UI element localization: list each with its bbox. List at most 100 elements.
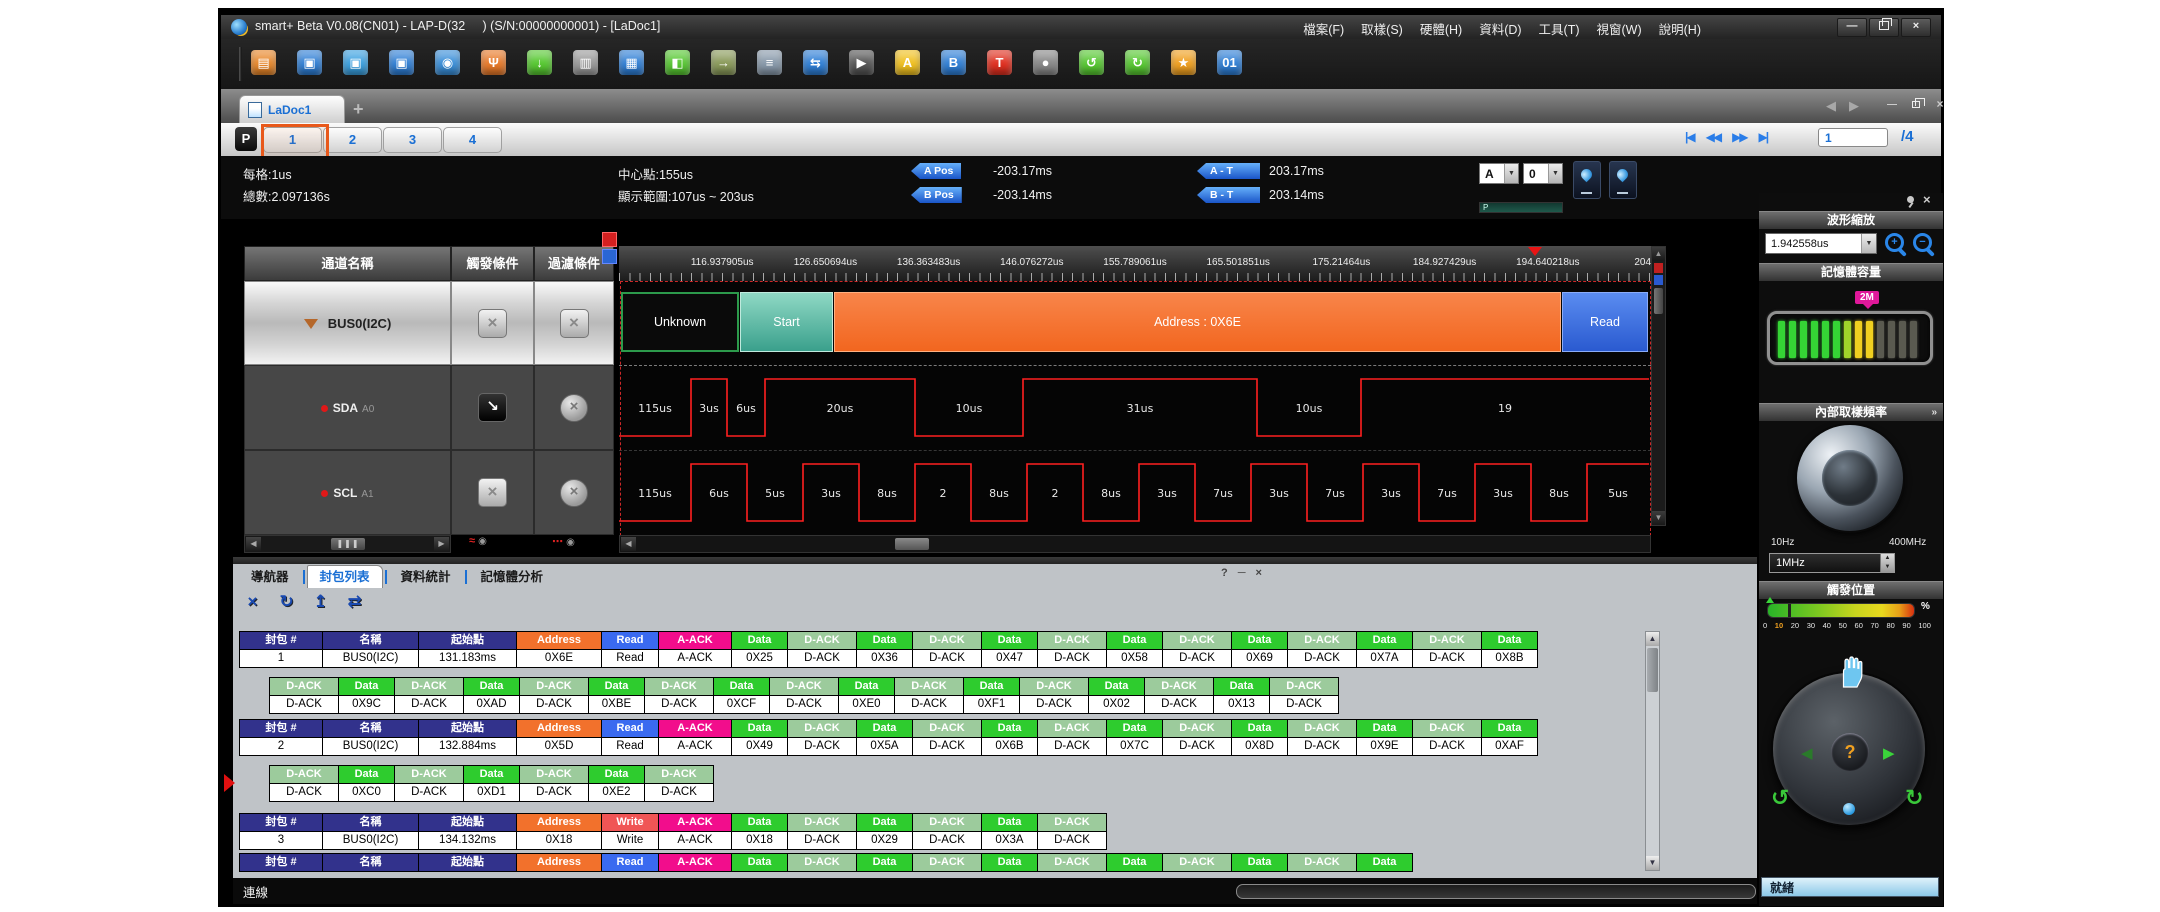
bottom-tab-3[interactable]: 記憶體分析: [469, 566, 556, 588]
sda-wave-row[interactable]: 115us3us6us20us10us31us10us19: [619, 365, 1651, 450]
analyzer-device-icon[interactable]: ▦: [619, 50, 644, 75]
pkt-value-cell[interactable]: 0X18: [517, 832, 601, 849]
flag-b-icon[interactable]: B: [941, 50, 966, 75]
filter-x-icon[interactable]: ×: [560, 394, 588, 422]
column-header-channel-name[interactable]: 通道名稱: [244, 246, 451, 281]
pkt-value-cell[interactable]: 0X8D: [1232, 738, 1287, 755]
pkt-value-cell[interactable]: 0X49: [732, 738, 787, 755]
scroll-thumb[interactable]: [895, 538, 929, 550]
filter-tool-icon[interactable]: ⋯ ◉: [552, 535, 575, 553]
bus-segment-address[interactable]: Address : 0X6E: [834, 292, 1561, 352]
trigger-x-icon[interactable]: ×: [478, 309, 507, 338]
pkt-value-cell[interactable]: D-ACK: [1288, 650, 1356, 667]
pkt-value-cell[interactable]: D-ACK: [913, 738, 981, 755]
open-file-icon[interactable]: ▤: [251, 50, 276, 75]
panel-splitter[interactable]: [233, 557, 1757, 564]
table-vscrollbar[interactable]: ▲ ▼: [1645, 631, 1660, 871]
video-record-icon[interactable]: ▶: [849, 50, 874, 75]
chevron-down-icon[interactable]: ▼: [1504, 164, 1518, 183]
memory-data-icon[interactable]: ▥: [573, 50, 598, 75]
a-t-badge[interactable]: A - T: [1197, 163, 1260, 179]
pkt-value-cell[interactable]: D-ACK: [520, 784, 588, 801]
packet-group-5[interactable]: 封包 #名稱起始點AddressReadA-ACKDataD-ACKDataD-…: [239, 853, 1413, 872]
acquire-icon[interactable]: ↓: [527, 50, 552, 75]
pkt-value-cell[interactable]: 134.132ms: [419, 832, 516, 849]
sampling-rate-knob[interactable]: [1797, 425, 1903, 531]
page-nav-0-icon[interactable]: |◀: [1685, 130, 1694, 144]
pkt-value-cell[interactable]: 2: [240, 738, 322, 755]
scl-trigger-cell[interactable]: ×: [451, 450, 534, 535]
scroll-thumb[interactable]: [1647, 648, 1658, 692]
channel-hscrollbar[interactable]: ◀ ❚❚❚ ▶: [244, 535, 451, 553]
save-settings-icon[interactable]: ▣: [389, 50, 414, 75]
pkt-value-cell[interactable]: 0X13: [1214, 696, 1269, 713]
close-icon[interactable]: ×: [1923, 192, 1931, 207]
screenshot-icon[interactable]: ◉: [435, 50, 460, 75]
menu-W[interactable]: 視窗(W): [1597, 19, 1642, 38]
pkt-value-cell[interactable]: 0X5A: [857, 738, 912, 755]
menu-D[interactable]: 資料(D): [1479, 19, 1521, 38]
pkt-value-cell[interactable]: 0XE0: [839, 696, 894, 713]
b-pos-badge[interactable]: B Pos: [911, 187, 962, 203]
nav-down-dot-icon[interactable]: [1843, 803, 1855, 815]
pkt-value-cell[interactable]: 0X02: [1089, 696, 1144, 713]
pkt-value-cell[interactable]: D-ACK: [1413, 650, 1481, 667]
pkt-value-cell[interactable]: D-ACK: [770, 696, 838, 713]
pkt-value-cell[interactable]: D-ACK: [788, 650, 856, 667]
pkt-value-cell[interactable]: 0X5D: [517, 738, 601, 755]
pkt-value-cell[interactable]: D-ACK: [1413, 738, 1481, 755]
pkt-value-cell[interactable]: D-ACK: [1038, 832, 1106, 849]
pkt-value-cell[interactable]: 3: [240, 832, 322, 849]
a-pos-badge[interactable]: A Pos: [911, 163, 961, 179]
export-data-icon[interactable]: →: [711, 50, 736, 75]
column-header-trigger[interactable]: 觸發條件: [451, 246, 534, 281]
panel-win-btn-2[interactable]: ×: [1256, 567, 1262, 579]
bus-filter-cell[interactable]: ×: [534, 281, 614, 365]
scroll-up-icon[interactable]: ▲: [1652, 247, 1665, 261]
convert-icon[interactable]: ⇆: [803, 50, 828, 75]
trigger-tool-icon[interactable]: ≈ ◉: [469, 535, 487, 553]
pkt-value-cell[interactable]: D-ACK: [1163, 650, 1231, 667]
page-nav-3-icon[interactable]: ▶|: [1759, 130, 1768, 144]
collapse-triangle-icon[interactable]: [304, 319, 318, 329]
nav-right-icon[interactable]: ▶: [1883, 744, 1895, 762]
pkt-value-cell[interactable]: 0XC0: [339, 784, 394, 801]
page-nav-1-icon[interactable]: ◀◀: [1706, 130, 1720, 144]
tab-scroll-left-icon[interactable]: ◀: [1826, 98, 1836, 114]
pkt-value-cell[interactable]: D-ACK: [520, 696, 588, 713]
pkt-value-cell[interactable]: Read: [602, 738, 658, 755]
sampling-rate-select[interactable]: 1MHz▲▼: [1769, 553, 1895, 573]
pkt-value-cell[interactable]: 0X7A: [1357, 650, 1412, 667]
pkt-value-cell[interactable]: BUS0(I2C): [323, 738, 418, 755]
pkt-value-cell[interactable]: D-ACK: [895, 696, 963, 713]
filter-x-icon[interactable]: ×: [560, 309, 589, 338]
marker-pin-button-2[interactable]: [1609, 161, 1637, 199]
pkt-value-cell[interactable]: 0XCF: [714, 696, 769, 713]
page-button-4[interactable]: 4: [443, 127, 502, 153]
wave-vscrollbar[interactable]: ▲ ▼: [1651, 246, 1666, 526]
pkt-value-cell[interactable]: D-ACK: [1145, 696, 1213, 713]
setup-tools-icon[interactable]: Ψ: [481, 50, 506, 75]
scroll-thumb[interactable]: ❚❚❚: [331, 538, 365, 550]
menu-T[interactable]: 工具(T): [1539, 19, 1580, 38]
pkt-value-cell[interactable]: Read: [602, 650, 658, 667]
zoom-value-select[interactable]: 1.942558us▼: [1765, 233, 1877, 254]
bus-segment-start[interactable]: Start: [740, 292, 833, 352]
save-icon[interactable]: ▣: [297, 50, 322, 75]
pkt-value-cell[interactable]: A-ACK: [659, 650, 731, 667]
wave-hscrollbar[interactable]: ◀: [619, 535, 1651, 553]
pkt-value-cell[interactable]: Write: [602, 832, 658, 849]
pkt-value-cell[interactable]: 132.884ms: [419, 738, 516, 755]
marker-select[interactable]: A▼: [1479, 163, 1519, 184]
menu-F[interactable]: 檔案(F): [1303, 19, 1344, 38]
pkt-value-cell[interactable]: 0XE2: [589, 784, 644, 801]
pkt-value-cell[interactable]: 0X29: [857, 832, 912, 849]
tab-ladoc1[interactable]: LaDoc1: [239, 95, 345, 123]
pkt-value-cell[interactable]: D-ACK: [1288, 738, 1356, 755]
scl-filter-cell[interactable]: ×: [534, 450, 614, 535]
scl-wave-row[interactable]: 115us6us5us3us8us28us28us3us7us3us7us3us…: [619, 450, 1651, 535]
pkt-value-cell[interactable]: 0XF1: [964, 696, 1019, 713]
pkt-value-cell[interactable]: D-ACK: [788, 738, 856, 755]
scroll-left-icon[interactable]: ◀: [621, 537, 636, 551]
bottom-tab-0[interactable]: 導航器: [239, 566, 301, 588]
